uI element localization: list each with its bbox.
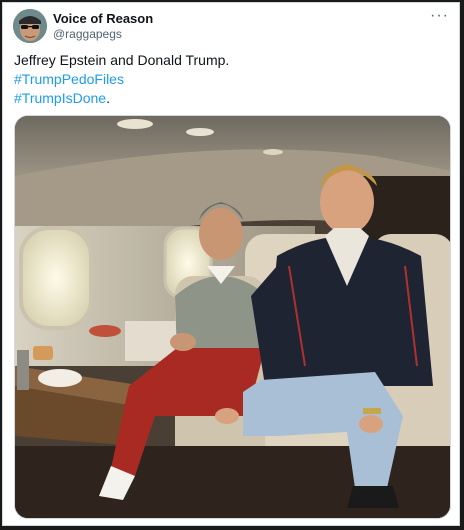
avatar[interactable] (13, 9, 47, 43)
tweet-text: Jeffrey Epstein and Donald Trump. #Trump… (14, 51, 447, 108)
tweet-media-image[interactable] (14, 115, 451, 519)
tweet-text-line: Jeffrey Epstein and Donald Trump. (14, 52, 230, 68)
hashtag-link[interactable]: #TrumpPedoFiles (14, 71, 124, 87)
photo-illustration (15, 116, 450, 518)
hashtag-link[interactable]: #TrumpIsDone (14, 90, 106, 106)
tweet-card: Voice of Reason @raggapegs ··· Jeffrey E… (2, 2, 460, 526)
author-display-name[interactable]: Voice of Reason (53, 11, 153, 26)
author-handle[interactable]: @raggapegs (53, 27, 122, 41)
ellipsis-icon[interactable]: ··· (430, 7, 449, 25)
trailing-period: . (106, 90, 110, 106)
